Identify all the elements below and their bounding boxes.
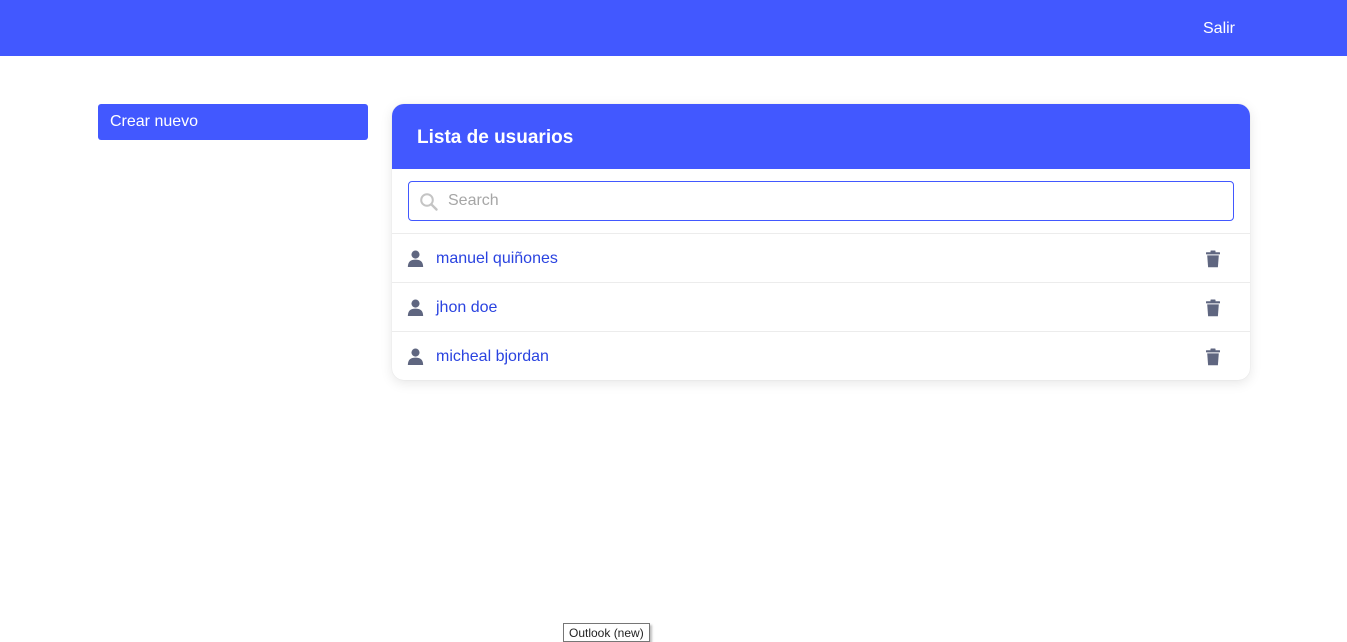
search-box[interactable] [408, 181, 1234, 221]
trash-icon[interactable] [1204, 250, 1222, 268]
card-title: Lista de usuarios [417, 127, 574, 148]
search-icon [420, 193, 438, 211]
user-name-link[interactable]: micheal bjordan [436, 347, 549, 367]
search-input[interactable] [448, 182, 1218, 220]
taskbar-tooltip: Outlook (new) [563, 623, 650, 642]
trash-icon[interactable] [1204, 348, 1222, 366]
logout-link[interactable]: Salir [1203, 19, 1235, 39]
user-row: manuel quiñones [392, 233, 1250, 282]
card-header: Lista de usuarios [392, 104, 1250, 169]
user-icon [407, 348, 424, 365]
user-name-link[interactable]: jhon doe [436, 298, 497, 318]
user-icon [407, 250, 424, 267]
create-new-button[interactable]: Crear nuevo [98, 104, 368, 140]
user-row: micheal bjordan [392, 331, 1250, 380]
trash-icon[interactable] [1204, 299, 1222, 317]
user-icon [407, 299, 424, 316]
user-list-card: Lista de usuarios manuel quiñones jhon d… [392, 104, 1250, 380]
top-navbar: Salir [0, 0, 1347, 56]
user-row: jhon doe [392, 282, 1250, 331]
user-name-link[interactable]: manuel quiñones [436, 249, 558, 269]
